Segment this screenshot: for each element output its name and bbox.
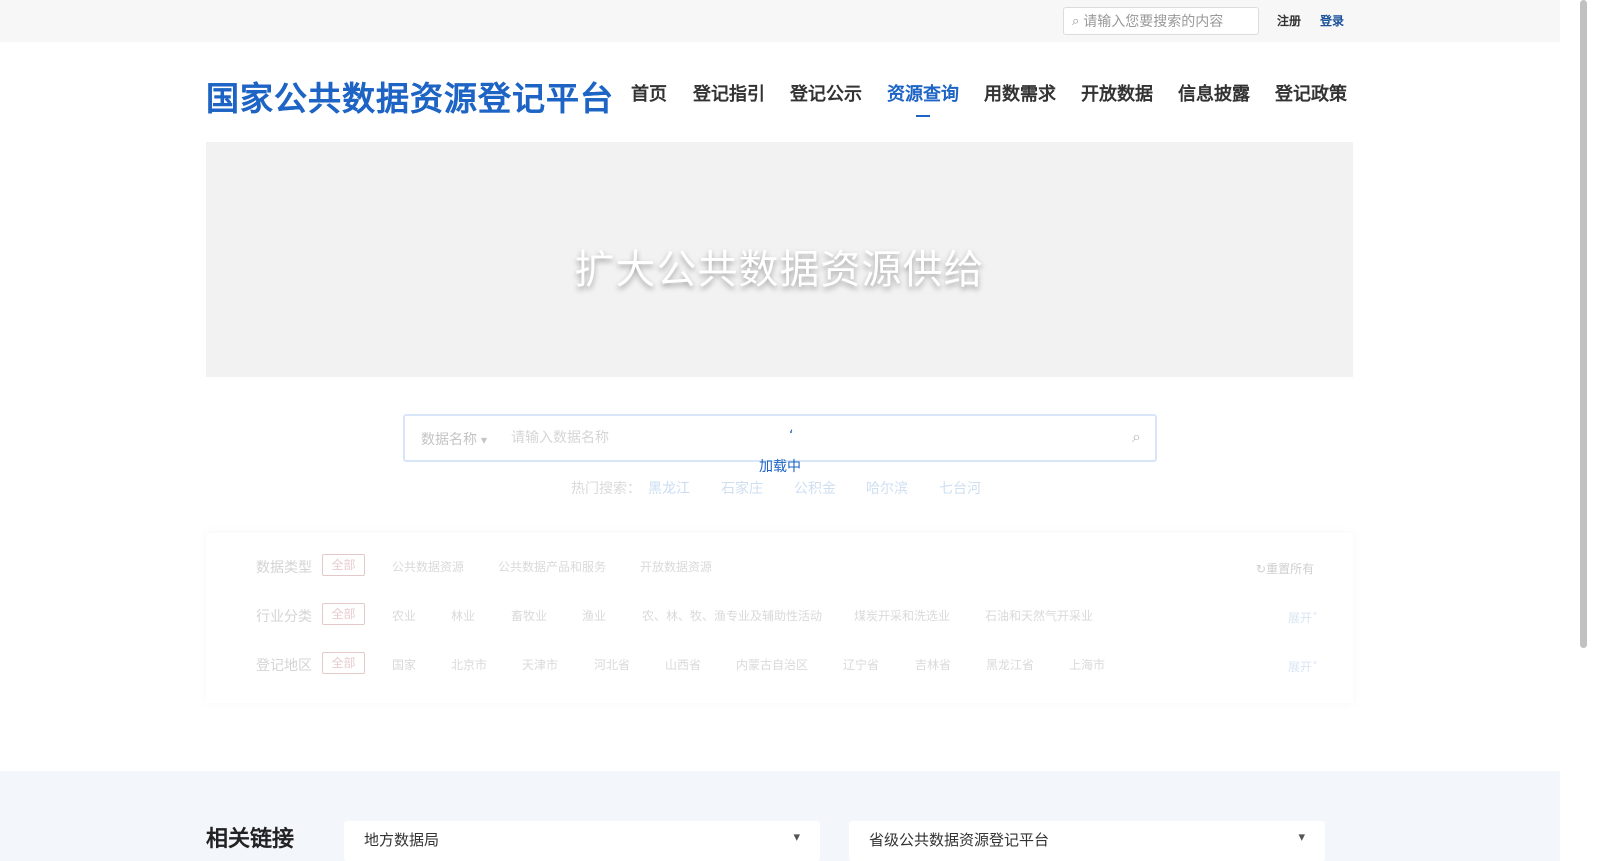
hot-search-item[interactable]: 公积金 xyxy=(794,478,836,498)
filter-row-industry: 行业分类 全部 农业 林业 畜牧业 渔业 农、林、牧、渔专业及辅助性活动 煤炭开… xyxy=(206,603,1353,627)
filter-all-button[interactable]: 全部 xyxy=(322,554,365,576)
filter-row-region: 登记地区 全部 国家 北京市 天津市 河北省 山西省 内蒙古自治区 辽宁省 吉林… xyxy=(206,652,1353,676)
filter-option[interactable]: 畜牧业 xyxy=(511,607,547,624)
select-value: 省级公共数据资源登记平台 xyxy=(869,831,1050,849)
main-nav: 首页 登记指引 登记公示 资源查询 用数需求 开放数据 信息披露 登记政策 xyxy=(0,80,1600,110)
provincial-platform-select[interactable]: 省级公共数据资源登记平台 ▾ xyxy=(849,821,1325,861)
filter-option[interactable]: 渔业 xyxy=(582,607,606,624)
scrollbar-thumb[interactable] xyxy=(1580,0,1587,648)
top-utility-bar: ⌕ 请输入您要搜索的内容 注册 登录 xyxy=(0,0,1560,42)
loading-spinner-icon: ʻ xyxy=(789,428,794,444)
filter-row-data-type: 数据类型 全部 公共数据资源 公共数据产品和服务 开放数据资源 ↻重置所有 xyxy=(206,554,1353,578)
filter-option[interactable]: 河北省 xyxy=(594,656,630,673)
related-links-title: 相关链接 xyxy=(206,827,295,852)
local-data-bureau-select[interactable]: 地方数据局 ▾ xyxy=(344,821,820,861)
expand-label: 展开 xyxy=(1288,660,1313,674)
chevron-down-icon: ▾ xyxy=(1298,830,1305,845)
hot-search-label: 热门搜索： xyxy=(571,481,641,497)
nav-disclosure[interactable]: 信息披露 xyxy=(1178,80,1250,106)
filter-option[interactable]: 国家 xyxy=(392,656,416,673)
filter-option[interactable]: 农、林、牧、渔专业及辅助性活动 xyxy=(642,607,822,624)
chevron-down-icon: ˅ xyxy=(1312,611,1319,625)
expand-button[interactable]: 展开˅ xyxy=(1288,658,1318,675)
nav-home[interactable]: 首页 xyxy=(631,80,667,106)
banner-title: 扩大公共数据资源供给 xyxy=(574,247,985,293)
nav-open-data[interactable]: 开放数据 xyxy=(1081,80,1153,106)
filter-option[interactable]: 煤炭开采和洗选业 xyxy=(854,607,950,624)
page-scrollbar[interactable] xyxy=(1560,0,1600,861)
refresh-icon: ↻ xyxy=(1256,562,1267,576)
nav-registration-notice[interactable]: 登记公示 xyxy=(790,80,862,106)
filter-option[interactable]: 吉林省 xyxy=(915,656,951,673)
filter-option[interactable]: 公共数据产品和服务 xyxy=(498,558,606,575)
hot-search-item[interactable]: 七台河 xyxy=(939,478,981,498)
filter-option[interactable]: 山西省 xyxy=(665,656,701,673)
filter-label: 行业分类 xyxy=(256,609,312,625)
nav-registration-guide[interactable]: 登记指引 xyxy=(693,80,765,106)
filter-option[interactable]: 天津市 xyxy=(522,656,558,673)
related-links-section: 相关链接 地方数据局 ▾ 省级公共数据资源登记平台 ▾ xyxy=(0,771,1560,861)
reset-all-button[interactable]: ↻重置所有 xyxy=(1256,560,1314,577)
hot-search-item[interactable]: 黑龙江 xyxy=(648,478,690,498)
filter-all-button[interactable]: 全部 xyxy=(322,652,365,674)
register-link[interactable]: 注册 xyxy=(1277,12,1301,29)
search-field-label: 数据名称 xyxy=(421,432,477,448)
chevron-down-icon: ▾ xyxy=(793,830,800,845)
nav-policy[interactable]: 登记政策 xyxy=(1275,80,1347,106)
hot-search-item[interactable]: 石家庄 xyxy=(721,478,763,498)
hot-search-row: 热门搜索： 黑龙江 石家庄 公积金 哈尔滨 七台河 xyxy=(0,478,1600,498)
reset-all-label: 重置所有 xyxy=(1266,562,1315,576)
filter-option[interactable]: 内蒙古自治区 xyxy=(736,656,808,673)
search-icon[interactable]: ⌕ xyxy=(1132,427,1141,447)
filter-option[interactable]: 开放数据资源 xyxy=(640,558,712,575)
hot-search-item[interactable]: 哈尔滨 xyxy=(866,478,908,498)
global-search-input[interactable]: ⌕ 请输入您要搜索的内容 xyxy=(1063,7,1259,35)
hero-banner: 扩大公共数据资源供给 xyxy=(206,142,1353,377)
filter-option[interactable]: 辽宁省 xyxy=(843,656,879,673)
filter-panel: 数据类型 全部 公共数据资源 公共数据产品和服务 开放数据资源 ↻重置所有 行业… xyxy=(206,533,1353,703)
filter-label: 数据类型 xyxy=(256,560,312,576)
loading-text: 加载中 xyxy=(759,459,801,475)
global-search-placeholder: 请输入您要搜索的内容 xyxy=(1083,14,1224,30)
filter-option[interactable]: 上海市 xyxy=(1069,656,1105,673)
expand-label: 展开 xyxy=(1288,611,1313,625)
filter-option[interactable]: 农业 xyxy=(392,607,416,624)
chevron-down-icon: ˅ xyxy=(1312,660,1319,674)
chevron-down-icon: ▾ xyxy=(481,433,488,447)
filter-all-button[interactable]: 全部 xyxy=(322,603,365,625)
nav-resource-query[interactable]: 资源查询 xyxy=(887,80,959,106)
nav-data-demand[interactable]: 用数需求 xyxy=(984,80,1056,106)
filter-option[interactable]: 公共数据资源 xyxy=(392,558,464,575)
filter-option[interactable]: 林业 xyxy=(451,607,475,624)
filter-option[interactable]: 北京市 xyxy=(451,656,487,673)
search-field-selector[interactable]: 数据名称 ▾ xyxy=(421,429,487,449)
search-icon: ⌕ xyxy=(1072,13,1080,29)
filter-option[interactable]: 黑龙江省 xyxy=(986,656,1034,673)
expand-button[interactable]: 展开˅ xyxy=(1288,609,1318,626)
login-link[interactable]: 登录 xyxy=(1320,12,1344,29)
filter-label: 登记地区 xyxy=(256,658,312,674)
filter-option[interactable]: 石油和天然气开采业 xyxy=(985,607,1093,624)
resource-search-input[interactable] xyxy=(511,424,1111,452)
resource-search-box: 数据名称 ▾ ⌕ xyxy=(403,414,1157,462)
select-value: 地方数据局 xyxy=(364,831,440,849)
